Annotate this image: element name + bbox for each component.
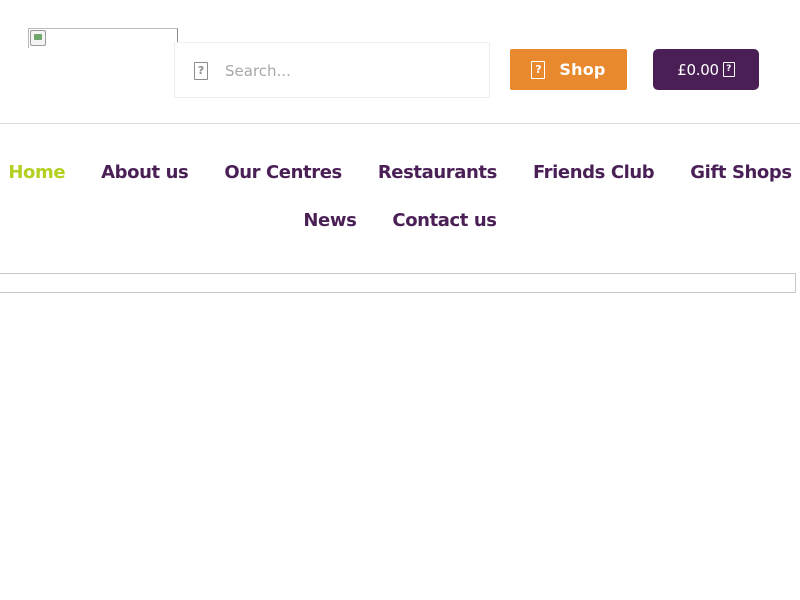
nav-row-secondary: News Contact us [0,198,800,242]
site-header: ? ? Shop £0.00 ? [0,0,800,124]
cart-icon: ? [722,62,735,77]
search-box[interactable]: ? [174,42,490,98]
nav-item-gift-shops[interactable]: Gift Shops [672,162,800,183]
nav-item-friends-club[interactable]: Friends Club [515,162,672,183]
header-divider [0,123,800,124]
page: ? ? Shop £0.00 ? Home About us Our Centr… [0,0,800,600]
nav-item-contact-us[interactable]: Contact us [374,210,514,231]
shop-button[interactable]: ? Shop [510,49,627,90]
cart-total: £0.00 [677,60,719,79]
nav-item-about-us[interactable]: About us [83,162,206,183]
nav-item-home[interactable]: Home [0,162,83,183]
content-banner-placeholder [0,273,796,293]
main-navigation: Home About us Our Centres Restaurants Fr… [0,150,800,242]
shop-icon: ? [531,60,546,79]
nav-item-our-centres[interactable]: Our Centres [206,162,360,183]
nav-item-restaurants[interactable]: Restaurants [360,162,515,183]
site-logo-link[interactable] [28,28,178,48]
search-icon: ? [194,62,208,80]
shop-button-label: Shop [559,60,606,79]
nav-item-news[interactable]: News [285,210,374,231]
cart-button[interactable]: £0.00 ? [653,49,759,90]
search-input[interactable] [225,57,475,85]
nav-row-primary: Home About us Our Centres Restaurants Fr… [0,150,800,194]
broken-image-icon [30,30,46,46]
